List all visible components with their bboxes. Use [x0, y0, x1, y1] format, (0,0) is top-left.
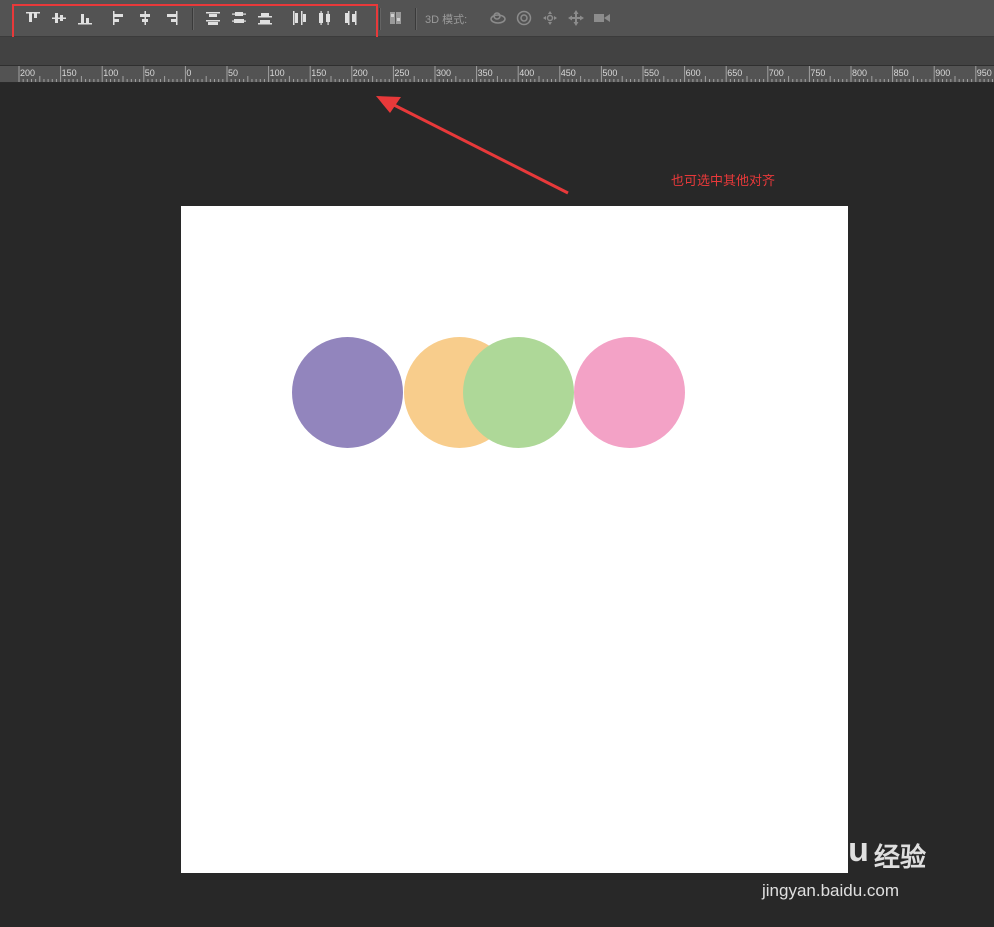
ruler-label: 200 — [20, 68, 36, 78]
distribute-horizontal-centers-icon[interactable] — [315, 8, 335, 28]
align-horizontal-centers-icon[interactable] — [135, 8, 155, 28]
toolbar-separator — [379, 8, 381, 30]
3d-mode-label: 3D 模式: — [425, 14, 468, 26]
ruler-label: 250 — [394, 68, 410, 78]
toolbar-separator — [192, 8, 194, 30]
green-circle[interactable] — [463, 337, 574, 448]
watermark-url: jingyan.baidu.com — [762, 881, 900, 900]
ruler-label: 550 — [644, 68, 660, 78]
options-bar: 3D 模式: — [0, 0, 994, 42]
ruler-label: 100 — [269, 68, 285, 78]
ruler-label: 650 — [727, 68, 743, 78]
toolbar-separator — [415, 8, 417, 30]
align-vertical-centers-icon[interactable] — [49, 8, 69, 28]
ruler-label: 950 — [976, 68, 992, 78]
align-right-edges-icon[interactable] — [161, 8, 181, 28]
orbit-3d-icon[interactable] — [488, 8, 508, 28]
baidu-watermark: Bai du 经验 jingyan.baidu.com — [760, 825, 960, 905]
document-canvas[interactable] — [181, 206, 848, 873]
slide-3d-icon[interactable] — [566, 8, 586, 28]
ruler-label: 400 — [519, 68, 535, 78]
distribute-vertical-centers-icon[interactable] — [229, 8, 249, 28]
watermark-brand: Bai du — [760, 831, 870, 869]
ruler-label: 300 — [436, 68, 452, 78]
pink-circle[interactable] — [574, 337, 685, 448]
distribute-right-edges-icon[interactable] — [341, 8, 361, 28]
watermark-cn: 经验 — [874, 843, 927, 873]
distribute-left-edges-icon[interactable] — [289, 8, 309, 28]
ruler-label: 200 — [352, 68, 368, 78]
ruler-label: 750 — [810, 68, 826, 78]
ruler-label: 100 — [103, 68, 119, 78]
ruler-label: 700 — [768, 68, 784, 78]
pan-3d-icon[interactable] — [540, 8, 560, 28]
scale-3d-camera-icon[interactable] — [592, 8, 612, 28]
ruler-label: 800 — [852, 68, 868, 78]
distribute-bottom-edges-icon[interactable] — [255, 8, 275, 28]
align-top-edges-icon[interactable] — [23, 8, 43, 28]
align-left-edges-icon[interactable] — [109, 8, 129, 28]
align-bottom-edges-icon[interactable] — [75, 8, 95, 28]
ruler-label: 0 — [186, 68, 192, 78]
ruler-label: 50 — [228, 68, 239, 78]
ruler-label: 850 — [893, 68, 909, 78]
ruler-label: 500 — [602, 68, 618, 78]
ruler-label: 150 — [61, 68, 77, 78]
ruler-label: 50 — [144, 68, 155, 78]
auto-align-layers-icon[interactable] — [386, 8, 406, 28]
horizontal-ruler[interactable]: 200 150 100 50 0 50 100 150 200 250 300 350 400 450 50… — [0, 66, 994, 83]
distribute-top-edges-icon[interactable] — [203, 8, 223, 28]
ruler-label: 150 — [311, 68, 327, 78]
purple-circle[interactable] — [292, 337, 403, 448]
ruler-label: 350 — [477, 68, 493, 78]
annotation-text: 也可选中其他对齐 — [671, 174, 776, 189]
ruler-label: 600 — [685, 68, 701, 78]
document-tab-strip — [0, 37, 994, 66]
roll-3d-icon[interactable] — [514, 8, 534, 28]
ruler-label: 900 — [935, 68, 951, 78]
ruler-label: 450 — [560, 68, 576, 78]
